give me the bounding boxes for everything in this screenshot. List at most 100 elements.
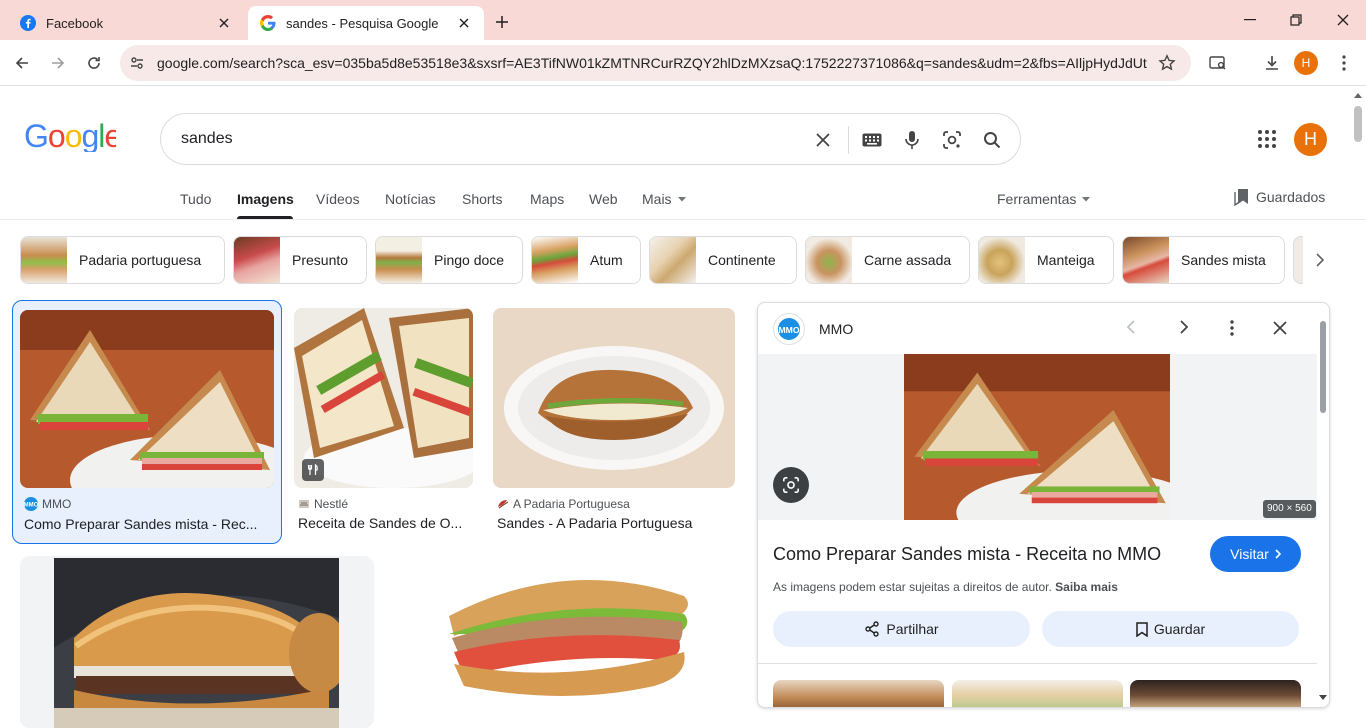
result-card-selected[interactable]: MMO MMO Como Preparar Sandes mista - Rec… — [12, 300, 282, 544]
result-title[interactable]: Sandes - A Padaria Portuguesa — [497, 515, 735, 531]
save-label: Guardar — [1153, 621, 1206, 637]
download-icon[interactable] — [1258, 49, 1286, 77]
result-card[interactable] — [394, 556, 735, 728]
chip-sandes-mista[interactable]: Sandes mista — [1122, 236, 1285, 284]
tab-google-search[interactable]: sandes - Pesquisa Google — [248, 6, 484, 40]
account-avatar[interactable]: H — [1294, 123, 1327, 156]
result-source[interactable]: Nestlé — [298, 497, 348, 511]
related-image[interactable] — [952, 680, 1123, 707]
google-lens-icon[interactable] — [940, 128, 964, 152]
keyboard-icon[interactable] — [860, 128, 884, 152]
panel-source-logo[interactable]: MMO — [773, 313, 805, 345]
search-box[interactable]: sandes — [160, 113, 1021, 165]
panel-source-name[interactable]: MMO — [819, 321, 853, 337]
chip-thumbnail — [979, 237, 1025, 283]
scrollbar-thumb[interactable] — [1354, 106, 1362, 142]
result-image[interactable] — [20, 310, 274, 488]
chip-continente[interactable]: Continente — [649, 236, 797, 284]
nav-tab-images[interactable]: Imagens — [237, 191, 294, 207]
chip-atum[interactable]: Atum — [531, 236, 641, 284]
result-source[interactable]: MMO MMO — [24, 497, 71, 511]
related-image[interactable] — [773, 680, 944, 707]
profile-avatar[interactable]: H — [1294, 51, 1318, 75]
nav-tab-videos[interactable]: Vídeos — [316, 191, 360, 207]
result-image[interactable] — [54, 558, 339, 728]
result-source[interactable]: A Padaria Portuguesa — [497, 497, 630, 511]
saved-label: Guardados — [1256, 189, 1326, 205]
microphone-icon[interactable] — [900, 128, 924, 152]
result-card[interactable]: A Padaria Portuguesa Sandes - A Padaria … — [493, 308, 735, 538]
panel-next-icon[interactable] — [1180, 320, 1189, 339]
panel-scrollbar-thumb[interactable] — [1320, 321, 1326, 413]
image-preview-panel: MMO MMO 900 × 560 Como Preparar Sandes m… — [757, 302, 1330, 708]
learn-more-link[interactable]: Saiba mais — [1055, 580, 1118, 594]
panel-prev-icon[interactable] — [1126, 320, 1135, 339]
bookmark-star-icon[interactable] — [1158, 54, 1176, 77]
close-window-icon[interactable] — [1331, 8, 1355, 32]
profile-initial: H — [1301, 56, 1311, 70]
google-apps-icon[interactable] — [1255, 127, 1279, 151]
panel-more-icon[interactable] — [1230, 320, 1234, 341]
google-logo[interactable]: Google — [24, 118, 122, 160]
panel-image[interactable] — [904, 354, 1170, 520]
result-title[interactable]: Como Preparar Sandes mista - Rec... — [24, 516, 274, 532]
reload-icon[interactable] — [80, 49, 108, 77]
panel-lens-button[interactable] — [773, 467, 809, 503]
source-name: Nestlé — [314, 497, 349, 511]
visit-button[interactable]: Visitar — [1210, 536, 1301, 572]
browser-menu-icon[interactable] — [1330, 49, 1358, 77]
minimize-icon[interactable] — [1238, 8, 1262, 32]
share-button[interactable]: Partilhar — [773, 611, 1030, 647]
result-card[interactable]: Nestlé Receita de Sandes de O... — [294, 308, 473, 538]
search-input[interactable]: sandes — [181, 130, 233, 148]
chip-label: Presunto — [292, 252, 349, 268]
restore-icon[interactable] — [1284, 8, 1308, 32]
chip-pingo-doce[interactable]: Pingo doce — [375, 236, 523, 284]
svg-text:MMO: MMO — [778, 325, 799, 335]
forward-icon[interactable] — [44, 49, 72, 77]
nav-tab-maps[interactable]: Maps — [530, 191, 564, 207]
nav-tab-news[interactable]: Notícias — [385, 191, 436, 207]
svg-text:Google: Google — [24, 120, 116, 152]
new-tab-icon[interactable] — [490, 10, 514, 34]
chip-presunto[interactable]: Presunto — [233, 236, 367, 284]
tools-button[interactable]: Ferramentas — [997, 191, 1091, 207]
tab-facebook[interactable]: Facebook — [8, 6, 244, 40]
result-image[interactable] — [394, 556, 735, 728]
url-text: google.com/search?sca_esv=035ba5d8e53518… — [157, 55, 1147, 71]
caret-down-icon — [1082, 196, 1091, 201]
save-button[interactable]: Guardar — [1042, 611, 1299, 647]
nav-tab-shorts[interactable]: Shorts — [462, 191, 502, 207]
share-icon — [865, 621, 880, 637]
nav-tab-more[interactable]: Mais — [642, 191, 686, 207]
close-tab-icon[interactable] — [214, 13, 234, 33]
google-lens-icon — [782, 476, 800, 494]
search-icon[interactable] — [980, 128, 1004, 152]
back-icon[interactable] — [8, 49, 36, 77]
nav-divider — [0, 219, 1366, 220]
cast-icon[interactable] — [1204, 49, 1232, 77]
result-image[interactable] — [493, 308, 735, 488]
result-image[interactable] — [294, 308, 473, 488]
result-title[interactable]: Receita de Sandes de O... — [298, 515, 473, 531]
mmo-logo-icon: MMO — [778, 318, 800, 340]
chip-padaria-portuguesa[interactable]: Padaria portuguesa — [20, 236, 225, 284]
chips-next-icon[interactable] — [1304, 244, 1336, 276]
chip-manteiga[interactable]: Manteiga — [978, 236, 1114, 284]
nav-tab-web[interactable]: Web — [589, 191, 618, 207]
panel-close-icon[interactable] — [1273, 321, 1287, 340]
clear-search-icon[interactable] — [811, 128, 835, 152]
chip-carne-assada[interactable]: Carne assada — [805, 236, 970, 284]
result-card[interactable] — [20, 556, 374, 728]
page-scrollbar[interactable] — [1350, 88, 1366, 728]
related-image[interactable] — [1130, 680, 1301, 707]
saved-button[interactable]: Guardados — [1234, 188, 1325, 206]
address-bar[interactable]: google.com/search?sca_esv=035ba5d8e53518… — [120, 45, 1191, 81]
chip-thumbnail — [806, 237, 852, 283]
close-tab-icon[interactable] — [454, 13, 474, 33]
site-info-icon[interactable] — [129, 55, 145, 76]
panel-scrollbar[interactable] — [1319, 317, 1327, 707]
saved-bookmarks-icon — [1234, 189, 1248, 206]
nav-tab-all[interactable]: Tudo — [180, 191, 211, 207]
panel-title[interactable]: Como Preparar Sandes mista - Receita no … — [773, 544, 1161, 565]
